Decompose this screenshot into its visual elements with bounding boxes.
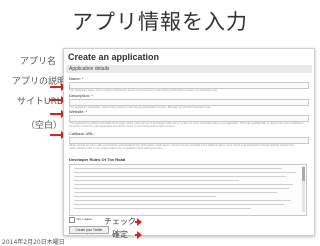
section-header: Application details — [66, 65, 312, 73]
website-input[interactable] — [69, 115, 309, 122]
agree-checkbox[interactable] — [69, 217, 75, 223]
slide-date: 2014年2月20日木曜日 — [2, 239, 65, 246]
description-input[interactable] — [69, 99, 309, 106]
developer-rules-textbox[interactable] — [69, 164, 307, 216]
description-label: Description: * — [69, 93, 93, 98]
description-hint: Your application description, which will… — [69, 106, 211, 109]
arrow-confirm — [135, 231, 142, 239]
form-heading: Create an application — [68, 52, 160, 62]
create-app-button[interactable]: Create your Twitter application — [69, 226, 109, 235]
twitter-create-app-form: Create an application Application detail… — [63, 48, 315, 236]
rules-title: Developer Rules Of The Road — [69, 157, 126, 162]
callback-label: Callback URL: — [69, 131, 95, 136]
rules-scroll-thumb[interactable] — [302, 167, 305, 181]
callback-input[interactable] — [69, 137, 309, 144]
arrow-site-url — [50, 110, 66, 118]
name-hint: Your application name. This is used to a… — [69, 89, 218, 92]
website-label: Website: * — [69, 109, 88, 114]
annotation-site-url: サイトURL — [17, 97, 62, 107]
slide-title: アプリ情報を入力 — [72, 10, 248, 34]
agree-label: Yes, I agree — [76, 217, 92, 221]
annotation-blank: （空白） — [26, 121, 63, 131]
annotation-confirm: 確定 — [112, 230, 128, 239]
name-input[interactable] — [69, 82, 309, 89]
arrow-check — [135, 218, 142, 226]
annotation-check: チェック — [104, 217, 136, 226]
name-label: Name: * — [69, 76, 84, 81]
callback-hint: Where should we return after successfull… — [69, 144, 294, 151]
website-hint: Your application's publicly accessible h… — [69, 122, 304, 129]
arrow-blank — [50, 131, 66, 139]
annotation-app-description: アプリの説明 — [12, 77, 67, 87]
annotation-app-name: アプリ名 — [20, 57, 57, 67]
